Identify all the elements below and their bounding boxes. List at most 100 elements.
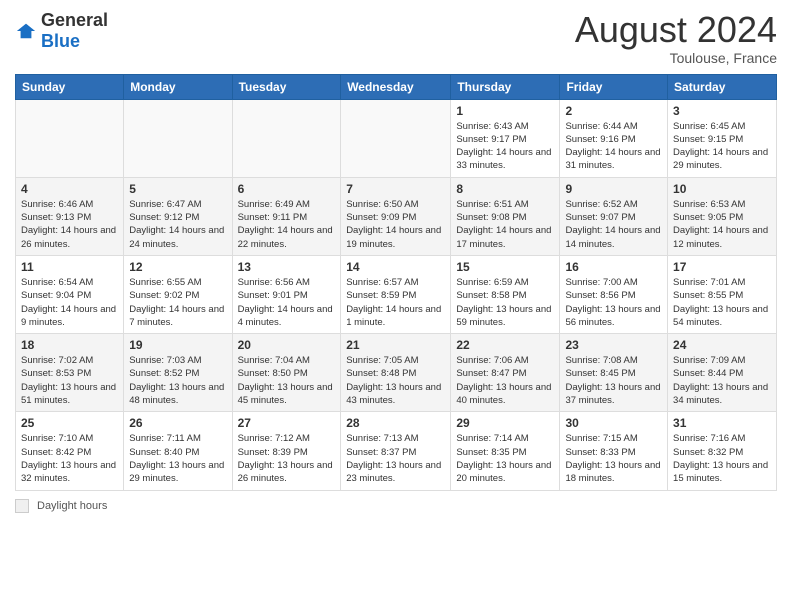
day-info: Sunrise: 7:13 AM Sunset: 8:37 PM Dayligh… — [346, 432, 445, 485]
col-header-friday: Friday — [560, 74, 668, 99]
day-cell: 10 Sunrise: 6:53 AM Sunset: 9:05 PM Dayli… — [668, 177, 777, 255]
day-number: 8 — [456, 182, 554, 196]
day-info: Sunrise: 7:10 AM Sunset: 8:42 PM Dayligh… — [21, 432, 118, 485]
day-cell — [16, 99, 124, 177]
calendar-table: SundayMondayTuesdayWednesdayThursdayFrid… — [15, 74, 777, 491]
day-number: 29 — [456, 416, 554, 430]
day-cell: 24Sunrise: 7:09 AM Sunset: 8:44 PM Dayli… — [668, 334, 777, 412]
day-cell: 19 Sunrise: 7:03 AM Sunset: 8:52 PM Dayli… — [124, 334, 232, 412]
day-number: 6 — [238, 182, 336, 196]
day-number: 13 — [238, 260, 336, 274]
day-cell: 26Sunrise: 7:11 AM Sunset: 8:40 PM Dayli… — [124, 412, 232, 490]
day-number: 30 — [565, 416, 662, 430]
day-number: 10 — [673, 182, 771, 196]
day-info: Sunrise: 6:49 AM Sunset: 9:11 PM Dayligh… — [238, 198, 336, 251]
day-cell: 5 Sunrise: 6:47 AM Sunset: 9:12 PM Daylig… — [124, 177, 232, 255]
legend: Daylight hours — [15, 499, 777, 513]
day-cell: 29 Sunrise: 7:14 AM Sunset: 8:35 PM Dayli… — [451, 412, 560, 490]
week-row-2: 4Sunrise: 6:46 AM Sunset: 9:13 PM Daylig… — [16, 177, 777, 255]
week-row-5: 25 Sunrise: 7:10 AM Sunset: 8:42 PM Dayli… — [16, 412, 777, 490]
day-number: 15 — [456, 260, 554, 274]
col-header-monday: Monday — [124, 74, 232, 99]
day-info: Sunrise: 6:43 AM Sunset: 9:17 PM Dayligh… — [456, 120, 554, 173]
day-cell: 12Sunrise: 6:55 AM Sunset: 9:02 PM Dayli… — [124, 255, 232, 333]
day-info: Sunrise: 7:01 AM Sunset: 8:55 PM Dayligh… — [673, 276, 771, 329]
day-number: 9 — [565, 182, 662, 196]
day-info: Sunrise: 6:51 AM Sunset: 9:08 PM Dayligh… — [456, 198, 554, 251]
day-cell: 9 Sunrise: 6:52 AM Sunset: 9:07 PM Daylig… — [560, 177, 668, 255]
week-row-1: 1 Sunrise: 6:43 AM Sunset: 9:17 PM Daylig… — [16, 99, 777, 177]
day-cell: 7 Sunrise: 6:50 AM Sunset: 9:09 PM Daylig… — [341, 177, 451, 255]
day-cell: 6 Sunrise: 6:49 AM Sunset: 9:11 PM Daylig… — [232, 177, 341, 255]
day-cell: 18 Sunrise: 7:02 AM Sunset: 8:53 PM Dayli… — [16, 334, 124, 412]
day-cell: 15 Sunrise: 6:59 AM Sunset: 8:58 PM Dayli… — [451, 255, 560, 333]
day-info: Sunrise: 7:04 AM Sunset: 8:50 PM Dayligh… — [238, 354, 336, 407]
day-number: 5 — [129, 182, 226, 196]
week-row-3: 11Sunrise: 6:54 AM Sunset: 9:04 PM Dayli… — [16, 255, 777, 333]
day-cell: 2 Sunrise: 6:44 AM Sunset: 9:16 PM Daylig… — [560, 99, 668, 177]
day-info: Sunrise: 7:08 AM Sunset: 8:45 PM Dayligh… — [565, 354, 662, 407]
day-info: Sunrise: 6:56 AM Sunset: 9:01 PM Dayligh… — [238, 276, 336, 329]
day-number: 23 — [565, 338, 662, 352]
day-info: Sunrise: 6:50 AM Sunset: 9:09 PM Dayligh… — [346, 198, 445, 251]
day-number: 28 — [346, 416, 445, 430]
day-number: 2 — [565, 104, 662, 118]
day-cell: 3 Sunrise: 6:45 AM Sunset: 9:15 PM Daylig… — [668, 99, 777, 177]
day-info: Sunrise: 7:03 AM Sunset: 8:52 PM Dayligh… — [129, 354, 226, 407]
day-info: Sunrise: 6:53 AM Sunset: 9:05 PM Dayligh… — [673, 198, 771, 251]
day-info: Sunrise: 6:45 AM Sunset: 9:15 PM Dayligh… — [673, 120, 771, 173]
day-number: 21 — [346, 338, 445, 352]
calendar-header: SundayMondayTuesdayWednesdayThursdayFrid… — [16, 74, 777, 99]
day-cell: 21 Sunrise: 7:05 AM Sunset: 8:48 PM Dayli… — [341, 334, 451, 412]
header-row: SundayMondayTuesdayWednesdayThursdayFrid… — [16, 74, 777, 99]
day-number: 18 — [21, 338, 118, 352]
day-number: 19 — [129, 338, 226, 352]
day-number: 22 — [456, 338, 554, 352]
day-number: 7 — [346, 182, 445, 196]
day-info: Sunrise: 7:09 AM Sunset: 8:44 PM Dayligh… — [673, 354, 771, 407]
day-info: Sunrise: 6:44 AM Sunset: 9:16 PM Dayligh… — [565, 120, 662, 173]
day-info: Sunrise: 6:52 AM Sunset: 9:07 PM Dayligh… — [565, 198, 662, 251]
logo-general: General — [41, 10, 108, 30]
day-cell: 20 Sunrise: 7:04 AM Sunset: 8:50 PM Dayli… — [232, 334, 341, 412]
logo: General Blue — [15, 10, 108, 52]
col-header-saturday: Saturday — [668, 74, 777, 99]
day-cell: 25 Sunrise: 7:10 AM Sunset: 8:42 PM Dayli… — [16, 412, 124, 490]
title-block: August 2024 Toulouse, France — [575, 10, 777, 66]
day-cell: 8 Sunrise: 6:51 AM Sunset: 9:08 PM Daylig… — [451, 177, 560, 255]
day-info: Sunrise: 7:12 AM Sunset: 8:39 PM Dayligh… — [238, 432, 336, 485]
day-info: Sunrise: 7:15 AM Sunset: 8:33 PM Dayligh… — [565, 432, 662, 485]
day-info: Sunrise: 7:16 AM Sunset: 8:32 PM Dayligh… — [673, 432, 771, 485]
day-info: Sunrise: 6:46 AM Sunset: 9:13 PM Dayligh… — [21, 198, 118, 251]
day-cell: 27Sunrise: 7:12 AM Sunset: 8:39 PM Dayli… — [232, 412, 341, 490]
day-number: 17 — [673, 260, 771, 274]
day-info: Sunrise: 7:05 AM Sunset: 8:48 PM Dayligh… — [346, 354, 445, 407]
day-info: Sunrise: 7:00 AM Sunset: 8:56 PM Dayligh… — [565, 276, 662, 329]
day-number: 1 — [456, 104, 554, 118]
day-number: 11 — [21, 260, 118, 274]
day-cell: 13 Sunrise: 6:56 AM Sunset: 9:01 PM Dayli… — [232, 255, 341, 333]
day-number: 26 — [129, 416, 226, 430]
col-header-sunday: Sunday — [16, 74, 124, 99]
day-info: Sunrise: 6:59 AM Sunset: 8:58 PM Dayligh… — [456, 276, 554, 329]
day-info: Sunrise: 7:06 AM Sunset: 8:47 PM Dayligh… — [456, 354, 554, 407]
day-number: 16 — [565, 260, 662, 274]
day-number: 31 — [673, 416, 771, 430]
page-header: General Blue August 2024 Toulouse, Franc… — [15, 10, 777, 66]
col-header-wednesday: Wednesday — [341, 74, 451, 99]
day-number: 20 — [238, 338, 336, 352]
calendar-body: 1 Sunrise: 6:43 AM Sunset: 9:17 PM Daylig… — [16, 99, 777, 490]
day-cell: 16 Sunrise: 7:00 AM Sunset: 8:56 PM Dayli… — [560, 255, 668, 333]
day-cell — [341, 99, 451, 177]
day-info: Sunrise: 7:02 AM Sunset: 8:53 PM Dayligh… — [21, 354, 118, 407]
day-number: 25 — [21, 416, 118, 430]
day-number: 3 — [673, 104, 771, 118]
col-header-tuesday: Tuesday — [232, 74, 341, 99]
logo-text: General Blue — [41, 10, 108, 52]
day-cell — [124, 99, 232, 177]
week-row-4: 18 Sunrise: 7:02 AM Sunset: 8:53 PM Dayli… — [16, 334, 777, 412]
location-subtitle: Toulouse, France — [575, 50, 777, 66]
day-cell — [232, 99, 341, 177]
day-info: Sunrise: 7:14 AM Sunset: 8:35 PM Dayligh… — [456, 432, 554, 485]
day-info: Sunrise: 6:47 AM Sunset: 9:12 PM Dayligh… — [129, 198, 226, 251]
